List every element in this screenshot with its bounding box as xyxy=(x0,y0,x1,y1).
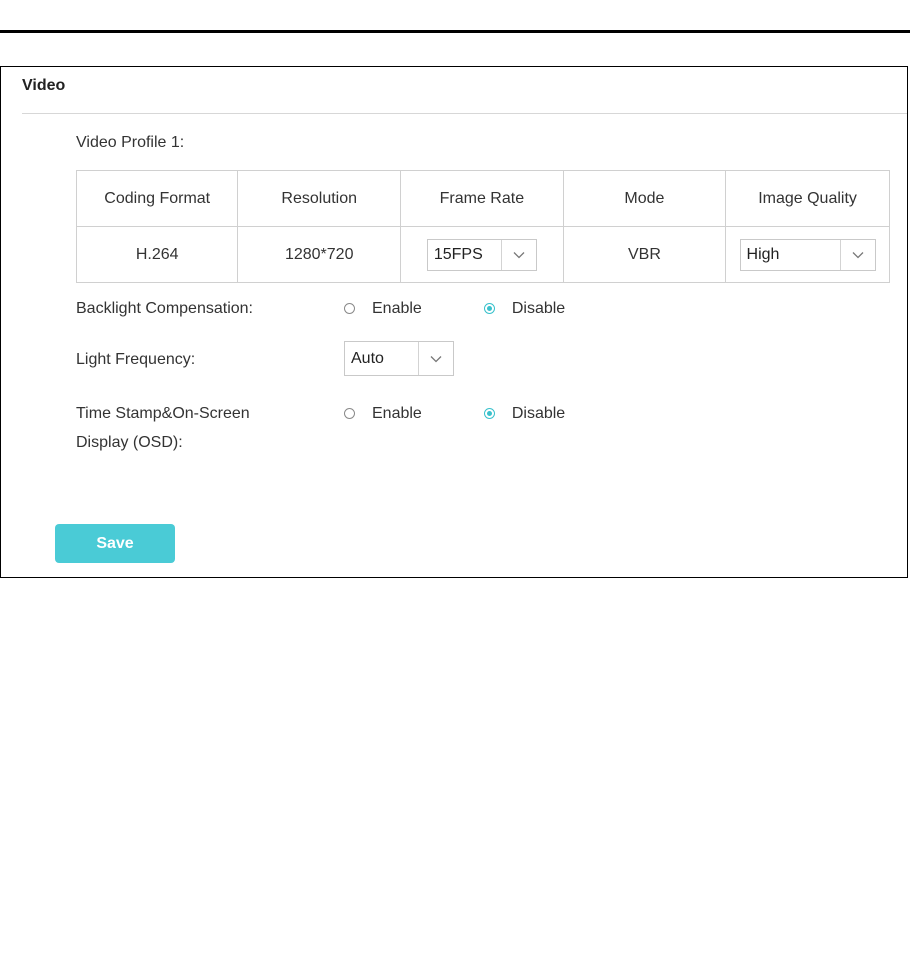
osd-label-line2: Display (OSD): xyxy=(76,434,183,451)
osd-disable-label: Disable xyxy=(511,404,566,422)
resolution-value: 1280*720 xyxy=(237,226,401,283)
backlight-enable-radio[interactable] xyxy=(344,303,355,314)
section-divider xyxy=(22,113,907,114)
save-button[interactable]: Save xyxy=(55,524,175,563)
video-profile-label: Video Profile 1: xyxy=(76,134,185,151)
frame-rate-select-value: 15FPS xyxy=(433,245,483,263)
header-resolution: Resolution xyxy=(237,170,401,227)
backlight-disable-option[interactable]: Disable xyxy=(483,299,566,318)
chevron-down-icon[interactable] xyxy=(418,342,453,375)
top-divider xyxy=(0,30,910,33)
osd-label-line1: Time Stamp&On-Screen xyxy=(76,405,250,422)
osd-enable-option[interactable]: Enable xyxy=(344,405,422,423)
video-profile-table: Coding Format Resolution Frame Rate Mode… xyxy=(75,170,890,283)
chevron-down-icon[interactable] xyxy=(500,239,536,270)
image-quality-select[interactable]: High xyxy=(739,238,876,271)
backlight-compensation-label: Backlight Compensation: xyxy=(76,300,253,317)
osd-enable-label: Enable xyxy=(372,404,422,422)
video-settings-panel: Video Video Profile 1: Coding Format Res… xyxy=(0,66,908,578)
osd-disable-radio[interactable] xyxy=(483,408,495,419)
backlight-disable-radio[interactable] xyxy=(483,303,495,314)
backlight-compensation-radio-group: Enable Disable xyxy=(344,296,565,321)
frame-rate-select[interactable]: 15FPS xyxy=(426,238,537,271)
header-coding-format: Coding Format xyxy=(75,170,239,227)
backlight-enable-option[interactable]: Enable xyxy=(344,300,422,318)
osd-radio-group: Enable Disable xyxy=(344,401,565,426)
light-frequency-select[interactable]: Auto xyxy=(344,341,454,376)
chevron-down-icon[interactable] xyxy=(839,239,875,270)
header-frame-rate: Frame Rate xyxy=(400,170,564,227)
header-image-quality: Image Quality xyxy=(725,170,890,227)
osd-enable-radio[interactable] xyxy=(344,408,355,419)
image-quality-select-value: High xyxy=(746,245,780,263)
light-frequency-select-value: Auto xyxy=(351,349,384,367)
image-quality-cell: High xyxy=(725,226,890,283)
backlight-enable-label: Enable xyxy=(372,299,422,317)
header-mode: Mode xyxy=(562,170,727,227)
table-header-row: Coding Format Resolution Frame Rate Mode… xyxy=(75,170,890,227)
osd-label: Time Stamp&On-Screen Display (OSD): xyxy=(76,401,250,455)
light-frequency-label: Light Frequency: xyxy=(76,351,196,368)
osd-disable-option[interactable]: Disable xyxy=(483,404,566,423)
coding-format-value: H.264 xyxy=(75,226,239,283)
frame-rate-cell: 15FPS xyxy=(400,226,564,283)
table-row: H.264 1280*720 15FPS VBR High xyxy=(75,226,890,283)
section-title: Video xyxy=(22,77,66,94)
mode-value: VBR xyxy=(562,226,727,283)
backlight-disable-label: Disable xyxy=(511,299,566,317)
